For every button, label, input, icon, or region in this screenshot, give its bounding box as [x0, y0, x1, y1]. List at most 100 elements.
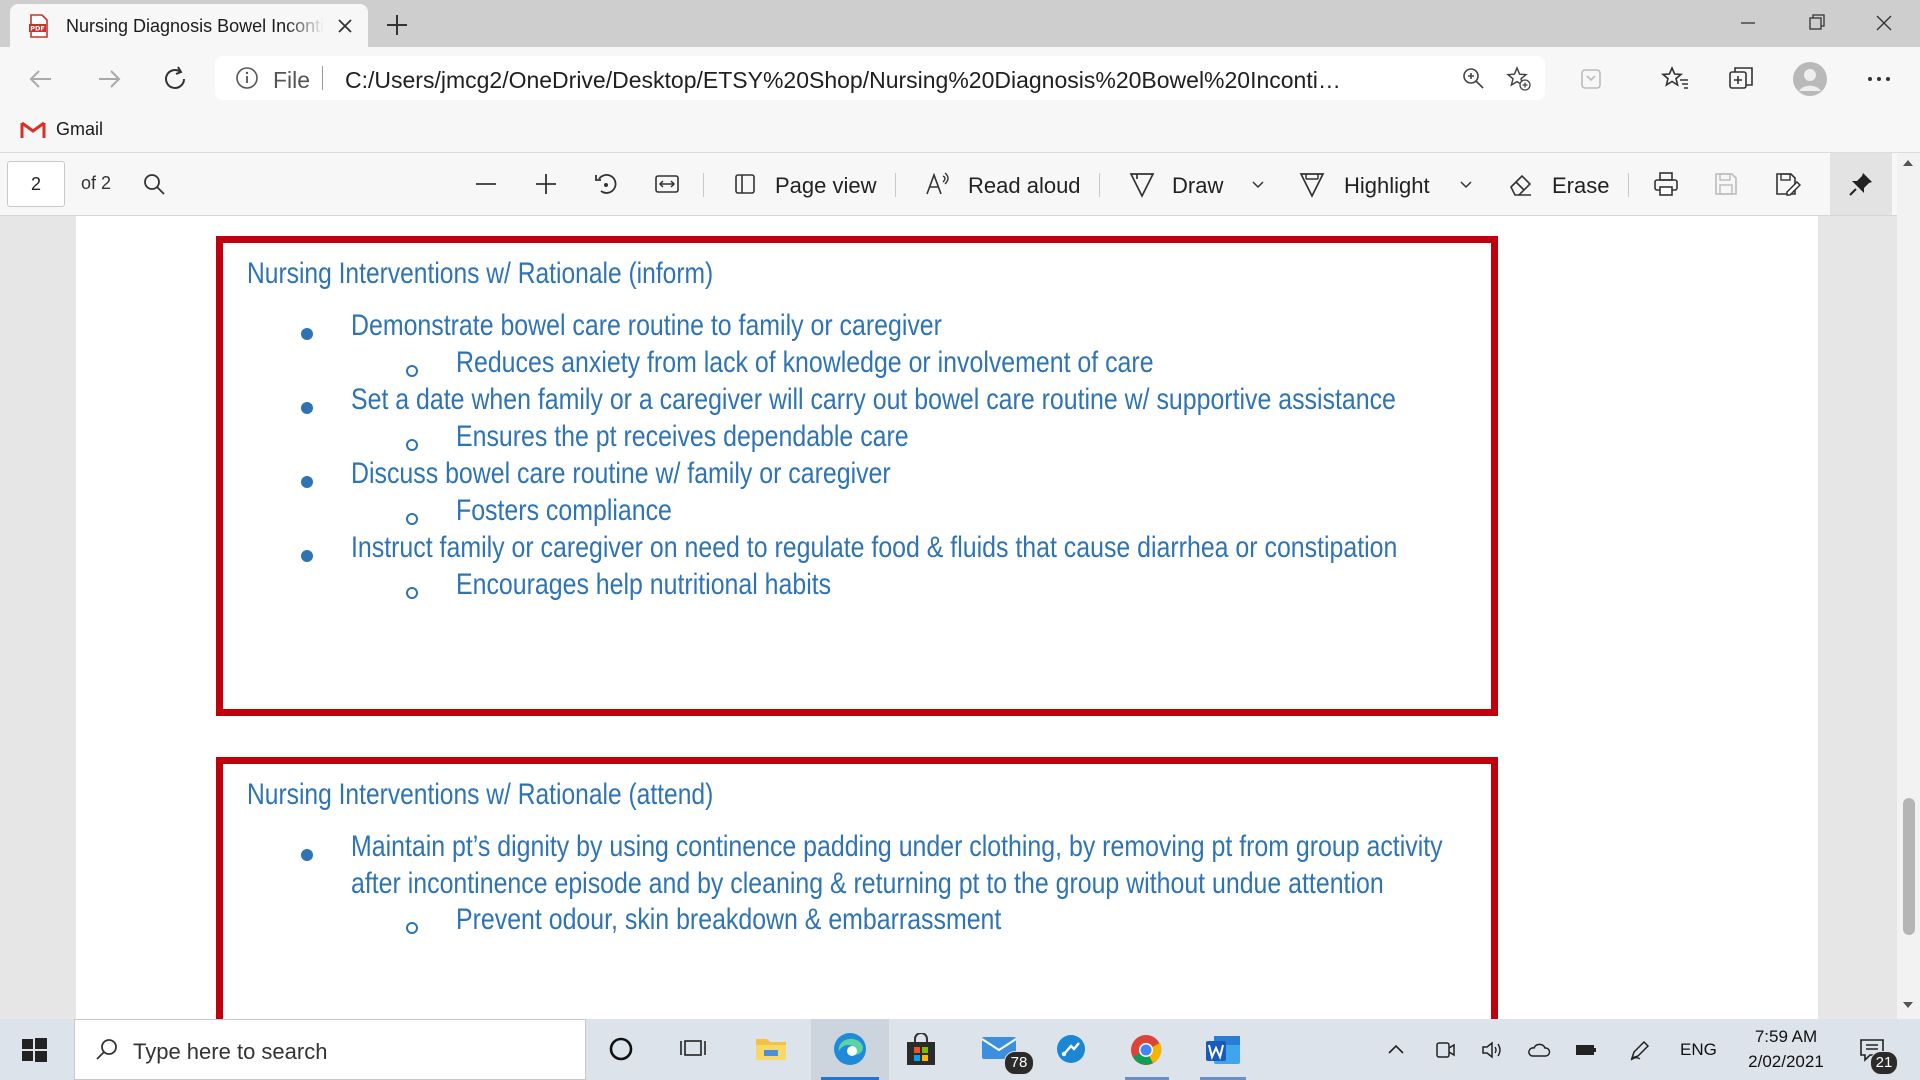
pdf-page: Nursing Interventions w/ Rationale (info… — [76, 216, 1818, 1019]
task-view-icon — [680, 1040, 706, 1056]
pdf-icon: PDF — [28, 14, 50, 38]
bullet-icon — [301, 402, 313, 414]
page-view-icon[interactable] — [731, 170, 759, 198]
save-as-icon[interactable] — [1773, 170, 1801, 198]
rotate-icon[interactable] — [592, 170, 620, 198]
cortana-icon — [609, 1037, 633, 1061]
intervention-item: Instruct family or caregiver on need to … — [351, 531, 1398, 564]
print-icon[interactable] — [1652, 170, 1680, 198]
clock-date[interactable]: 2/02/2021 — [1740, 1052, 1832, 1072]
pdf-viewer[interactable]: Nursing Interventions w/ Rationale (info… — [0, 216, 1920, 1019]
battery-icon[interactable] — [1574, 1038, 1598, 1062]
restore-icon[interactable] — [1802, 10, 1830, 36]
chrome-button[interactable] — [1111, 1019, 1183, 1080]
file-scheme-label: File — [273, 67, 311, 93]
mail-unread-badge: 78 — [1004, 1051, 1034, 1075]
notification-count-badge: 21 — [1870, 1051, 1898, 1075]
cortana-button[interactable] — [588, 1019, 660, 1080]
interventions-inform-box: Nursing Interventions w/ Rationale (info… — [216, 236, 1498, 716]
toolbar-separator — [895, 173, 896, 197]
info-icon[interactable] — [235, 66, 259, 90]
forward-icon[interactable] — [94, 64, 124, 94]
address-separator — [322, 66, 323, 90]
zoom-icon[interactable] — [1460, 65, 1486, 91]
bullet-icon — [301, 328, 313, 340]
close-window-icon[interactable] — [1870, 10, 1898, 36]
draw-button[interactable]: Draw — [1172, 173, 1223, 199]
draw-icon[interactable] — [1128, 170, 1156, 198]
profile-avatar-icon[interactable] — [1792, 61, 1828, 97]
more-options-icon[interactable] — [1864, 64, 1894, 94]
vertical-scrollbar[interactable] — [1897, 153, 1920, 1019]
volume-icon[interactable] — [1480, 1038, 1504, 1062]
page-count: of 2 — [81, 173, 112, 193]
refresh-icon[interactable] — [160, 64, 190, 94]
input-language[interactable]: ENG — [1680, 1040, 1717, 1060]
tab-title: Nursing Diagnosis Bowel Incontinence — [66, 16, 324, 36]
bookmark-gmail[interactable]: Gmail — [56, 119, 103, 140]
show-hidden-icons-chevron-up-icon[interactable] — [1384, 1038, 1408, 1062]
bullet-icon — [301, 550, 313, 562]
bullet-icon — [301, 476, 313, 488]
scrollbar-thumb[interactable] — [1903, 798, 1915, 935]
zoom-out-icon[interactable] — [472, 170, 500, 198]
zoom-in-icon[interactable] — [532, 170, 560, 198]
section-title: Nursing Interventions w/ Rationale (info… — [247, 257, 714, 290]
gmail-icon[interactable] — [20, 120, 46, 140]
new-tab-icon[interactable] — [384, 12, 410, 38]
save-icon[interactable] — [1712, 170, 1740, 198]
extension-icon[interactable] — [1576, 64, 1606, 94]
clock-time[interactable]: 7:59 AM — [1750, 1027, 1822, 1047]
onedrive-icon[interactable] — [1527, 1038, 1551, 1062]
toolbar-separator — [703, 173, 704, 197]
highlight-chevron-down-icon[interactable] — [1452, 170, 1480, 198]
back-icon[interactable] — [26, 64, 56, 94]
section-title: Nursing Interventions w/ Rationale (atte… — [247, 778, 714, 811]
tab-strip: PDF Nursing Diagnosis Bowel Incontinence — [0, 0, 1920, 47]
pin-icon — [1847, 170, 1875, 198]
sub-bullet-icon — [406, 922, 418, 934]
intervention-item: Set a date when family or a caregiver wi… — [351, 383, 1396, 416]
pin-toolbar-button[interactable] — [1830, 153, 1892, 215]
highlight-button[interactable]: Highlight — [1344, 173, 1430, 199]
store-button[interactable] — [886, 1019, 958, 1080]
file-explorer-button[interactable] — [736, 1019, 808, 1080]
eraser-icon[interactable] — [1507, 170, 1535, 198]
pen-icon[interactable] — [1628, 1038, 1652, 1062]
svg-text:PDF: PDF — [30, 25, 45, 33]
taskbar-search-box[interactable]: Type here to search — [74, 1019, 586, 1080]
word-icon — [1206, 1036, 1240, 1064]
favorites-icon[interactable] — [1660, 64, 1690, 94]
windows-start-icon[interactable] — [20, 1036, 48, 1064]
task-view-button[interactable] — [660, 1019, 732, 1080]
app-button[interactable] — [1037, 1019, 1109, 1080]
read-aloud-icon[interactable] — [924, 170, 952, 198]
rationale-item: Reduces anxiety from lack of knowledge o… — [456, 346, 1154, 379]
edge-taskbar-button[interactable] — [811, 1019, 889, 1080]
page-view-button[interactable]: Page view — [775, 173, 877, 199]
highlight-icon[interactable] — [1298, 170, 1326, 198]
rationale-item: Prevent odour, skin breakdown & embarras… — [456, 903, 1002, 936]
word-button[interactable] — [1186, 1019, 1260, 1080]
page-number-input[interactable]: 2 — [7, 161, 65, 207]
fit-to-width-icon[interactable] — [653, 170, 681, 198]
search-icon[interactable] — [140, 170, 168, 198]
add-favorite-icon[interactable] — [1505, 65, 1531, 91]
intervention-item: Demonstrate bowel care routine to family… — [351, 309, 942, 342]
intervention-item-continued: after incontinence episode and by cleani… — [351, 867, 1384, 900]
read-aloud-button[interactable]: Read aloud — [968, 173, 1081, 199]
taskbar: Type here to search 78 ENG 7:59 AM 2/02/… — [0, 1019, 1920, 1080]
scroll-down-icon[interactable] — [1901, 999, 1915, 1011]
tab-active[interactable]: PDF Nursing Diagnosis Bowel Incontinence — [10, 4, 368, 47]
close-tab-icon[interactable] — [334, 15, 356, 37]
rationale-item: Ensures the pt receives dependable care — [456, 420, 909, 453]
meet-now-icon[interactable] — [1433, 1038, 1457, 1062]
draw-chevron-down-icon[interactable] — [1244, 170, 1272, 198]
mail-button[interactable]: 78 — [962, 1019, 1034, 1080]
scroll-up-icon[interactable] — [1901, 157, 1915, 169]
address-bar[interactable]: File C:/Users/jmcg2/OneDrive/Desktop/ETS… — [215, 56, 1545, 100]
erase-button[interactable]: Erase — [1552, 173, 1609, 199]
minimize-icon[interactable] — [1734, 10, 1762, 36]
url-text[interactable]: C:/Users/jmcg2/OneDrive/Desktop/ETSY%20S… — [345, 67, 1345, 94]
collections-icon[interactable] — [1726, 64, 1756, 94]
